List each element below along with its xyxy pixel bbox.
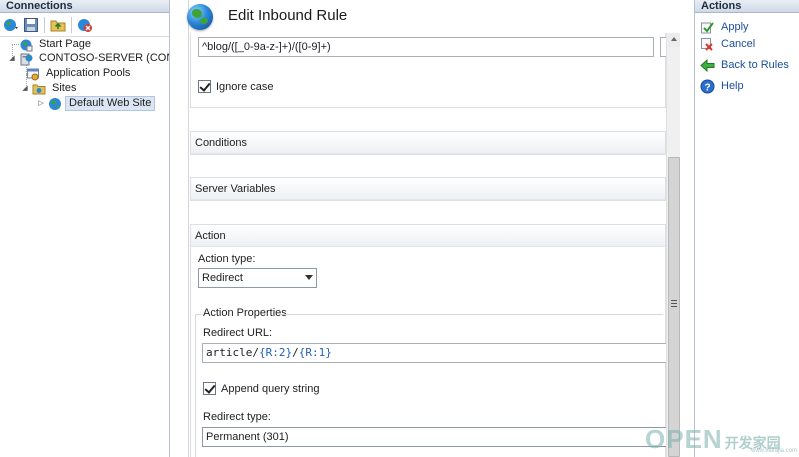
checkbox-checked-icon[interactable]	[198, 80, 211, 93]
conditions-header[interactable]: Conditions	[191, 132, 665, 154]
redirect-type-value: Permanent (301)	[206, 431, 289, 443]
tree-item-label: Application Pools	[46, 67, 131, 79]
redirect-url-input[interactable]: article/{R:2}/{R:1}	[202, 343, 668, 363]
action-group: Action Action type: Redirect Action Prop…	[190, 224, 668, 457]
match-url-group: ^blog/([_0-9a-z-]+)/([0-9]+) Ignore case	[190, 33, 670, 108]
actions-header: Actions	[695, 0, 799, 13]
action-header[interactable]: Action	[191, 225, 665, 247]
cancel-action[interactable]: Cancel	[700, 36, 755, 52]
tree-item-label: Start Page	[39, 38, 91, 50]
scroll-up-button[interactable]	[668, 33, 680, 47]
append-query-string-label: Append query string	[221, 382, 320, 395]
edit-inbound-rule-panel: Edit Inbound Rule ^blog/([_0-9a-z-]+)/([…	[171, 0, 683, 457]
append-query-string-checkbox[interactable]: Append query string	[203, 382, 319, 395]
action-type-label: Action type:	[198, 253, 256, 265]
globe-icon	[48, 97, 62, 111]
action-type-select[interactable]: Redirect	[198, 268, 317, 288]
save-icon[interactable]	[23, 17, 39, 33]
connections-header: Connections	[0, 0, 169, 13]
server-icon	[19, 52, 33, 66]
apply-action[interactable]: Apply	[700, 19, 749, 35]
start-page-icon	[19, 38, 33, 52]
page-title: Edit Inbound Rule	[228, 7, 348, 24]
tree-item-label: CONTOSO-SERVER (CONTOS	[39, 52, 169, 64]
apply-icon	[700, 20, 715, 35]
ignore-case-label: Ignore case	[216, 80, 274, 93]
tree-item-server[interactable]: ◢ CONTOSO-SERVER (CONTOS	[8, 51, 169, 66]
conditions-group[interactable]: Conditions	[190, 131, 666, 155]
ignore-case-checkbox[interactable]: Ignore case	[198, 80, 273, 93]
app-pools-icon	[26, 67, 40, 81]
server-variables-header[interactable]: Server Variables	[191, 178, 665, 200]
server-variables-group[interactable]: Server Variables	[190, 177, 666, 201]
back-to-rules-label: Back to Rules	[721, 59, 789, 71]
help-label: Help	[721, 80, 744, 92]
panel-gutter	[171, 0, 189, 457]
chevron-up-icon	[671, 37, 677, 41]
help-icon: ?	[700, 79, 715, 94]
redirect-type-select[interactable]: Permanent (301)	[202, 427, 668, 447]
redirect-type-label: Redirect type:	[203, 411, 271, 423]
cancel-icon	[700, 37, 715, 52]
scrollbar-thumb[interactable]	[668, 157, 680, 457]
toolbar-separator	[71, 16, 72, 33]
tree-item-label: Default Web Site	[65, 96, 156, 111]
cancel-label: Cancel	[721, 38, 756, 50]
connect-globe-icon[interactable]	[3, 17, 19, 33]
tree-item-app-pools[interactable]: Application Pools	[26, 66, 133, 81]
pattern-input[interactable]: ^blog/([_0-9a-z-]+)/([0-9]+)	[198, 37, 654, 57]
sites-folder-icon	[32, 82, 46, 96]
up-folder-icon[interactable]	[50, 17, 66, 33]
chevron-down-icon	[305, 275, 313, 280]
actions-pane: Actions Apply Cancel Back to Rules ? Hel…	[694, 0, 799, 457]
connections-toolbar	[0, 13, 169, 37]
tree-item-start-page[interactable]: Start Page	[8, 37, 94, 52]
url-rewrite-globe-icon	[187, 4, 213, 30]
action-type-value: Redirect	[202, 272, 243, 284]
apply-label: Apply	[721, 21, 749, 33]
tree-item-default-web-site[interactable]: ▷ Default Web Site	[37, 96, 156, 111]
collapse-arrow-icon[interactable]: ◢	[8, 51, 16, 66]
tree-item-label: Sites	[52, 82, 77, 94]
collapse-arrow-icon[interactable]: ◢	[21, 81, 29, 96]
back-to-rules-action[interactable]: Back to Rules	[700, 57, 789, 73]
expand-arrow-icon[interactable]: ▷	[37, 96, 45, 111]
action-properties-label: Action Properties	[203, 307, 287, 319]
toolbar-separator	[44, 16, 45, 33]
help-action[interactable]: ? Help	[700, 78, 744, 94]
connections-pane: Connections Start Page ◢ CONTOSO-SERVER …	[0, 0, 170, 457]
back-arrow-icon	[700, 58, 715, 73]
checkbox-checked-icon[interactable]	[203, 382, 216, 395]
svg-text:?: ?	[704, 82, 710, 93]
vertical-scrollbar[interactable]	[666, 33, 680, 457]
tree-item-sites[interactable]: ◢ Sites	[21, 81, 79, 96]
disconnect-icon[interactable]	[77, 17, 93, 33]
redirect-url-label: Redirect URL:	[203, 327, 273, 339]
